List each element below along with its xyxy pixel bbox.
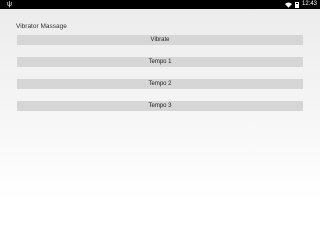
- tempo-3-button[interactable]: Tempo 3: [17, 101, 303, 111]
- wifi-icon: [284, 2, 292, 8]
- vibrate-button[interactable]: Vibrate: [17, 35, 303, 45]
- app-title: Vibrator Massage: [16, 23, 67, 30]
- status-time: 12:43: [301, 1, 317, 7]
- status-bar: ψ 12:43: [0, 0, 320, 9]
- status-icons: 12:43: [284, 0, 317, 9]
- battery-icon: [294, 1, 299, 8]
- tempo-1-button[interactable]: Tempo 1: [17, 57, 303, 67]
- tempo-2-button[interactable]: Tempo 2: [17, 79, 303, 89]
- usb-icon: ψ: [7, 1, 12, 8]
